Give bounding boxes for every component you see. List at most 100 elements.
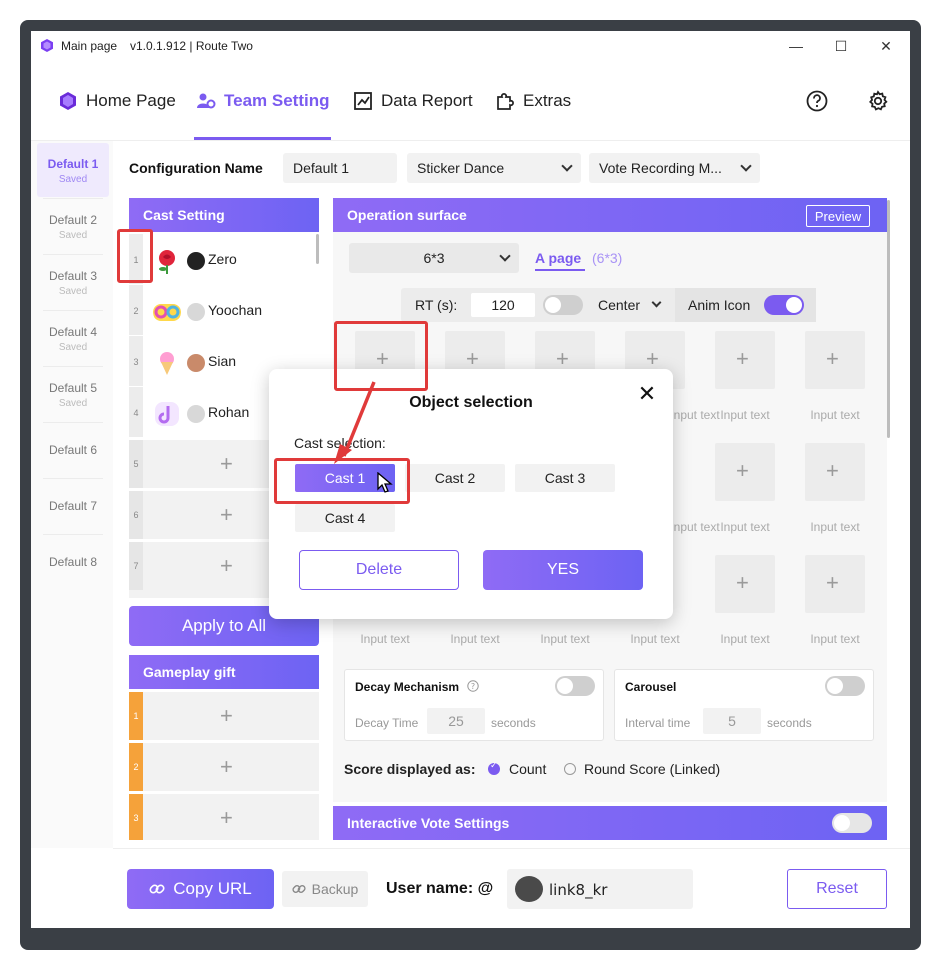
config-divider [43,254,103,255]
cell-input[interactable]: Input text [710,632,780,646]
rose-sticker-icon [159,250,175,274]
user-name-field[interactable]: link8_kr [507,869,693,909]
mode-select[interactable]: Vote Recording M... [589,153,760,183]
user-name-value: link8_kr [549,881,608,899]
grid-cell[interactable]: + [805,443,865,501]
cast-option-4[interactable]: Cast 4 [295,504,395,532]
config-item-5[interactable]: Default 5 Saved [37,367,109,421]
app-logo-icon [41,39,53,52]
cast-scrollbar[interactable] [316,234,319,264]
cell-input[interactable]: Input text [800,520,870,534]
cast-row-number: 5 [129,440,143,488]
cell-input[interactable]: Input text [350,632,420,646]
delete-button[interactable]: Delete [299,550,459,590]
cell-input[interactable]: Input text [800,408,870,422]
backup-button[interactable]: Backup [282,871,368,907]
nav-home-page[interactable]: Home Page [58,90,176,112]
operation-scrollbar[interactable] [887,200,890,438]
config-item-1[interactable]: Default 1 Saved [37,143,109,197]
score-label: Score displayed as: [344,761,476,777]
maximize-button[interactable]: ☐ [826,36,856,56]
gift-row-1[interactable]: 1 + [129,692,319,740]
gameplay-gift-header: Gameplay gift [129,655,319,689]
cell-input[interactable]: Input text [620,632,690,646]
gift-row-2[interactable]: 2 + [129,743,319,791]
close-window-button[interactable]: ✕ [871,36,901,56]
config-name: Default 8 [48,555,98,569]
sticker-select-value: Sticker Dance [417,160,505,176]
copy-url-button[interactable]: Copy URL [127,869,274,909]
link-icon [149,884,165,894]
minimize-button[interactable]: — [781,36,811,56]
cast-row-2[interactable]: 2 Yoochan [129,285,319,335]
align-select[interactable]: Center [598,297,640,313]
interval-time-input[interactable]: 5 [703,708,761,734]
icecream-sticker-icon [160,352,174,375]
config-item-8[interactable]: Default 8 [37,541,109,595]
config-name: Default 4 [48,325,98,339]
user-name-label: User name: @ [386,880,494,897]
score-count-label: Count [509,761,547,777]
sticker-select[interactable]: Sticker Dance [407,153,581,183]
config-item-3[interactable]: Default 3 Saved [37,255,109,309]
preview-button[interactable]: Preview [806,205,870,227]
score-display-row: Score displayed as: [344,761,476,777]
cast-option-2[interactable]: Cast 2 [405,464,505,492]
decay-title: Decay Mechanism [355,680,460,694]
annotation-arrow-icon [334,381,376,464]
plus-icon: + [826,570,839,595]
cell-input[interactable]: Input text [440,632,510,646]
score-round-radio[interactable] [564,763,576,775]
team-gear-icon [197,93,216,109]
grid-size-select[interactable]: 6*3 [349,243,519,273]
yes-button[interactable]: YES [483,550,643,590]
carousel-toggle[interactable] [825,676,865,696]
nav-team-setting[interactable]: Team Setting [196,90,329,112]
config-status: Saved [58,286,88,297]
cast-row-1[interactable]: 1 Zero [129,234,319,284]
cast-row-number: 7 [129,542,143,590]
cast-option-3[interactable]: Cast 3 [515,464,615,492]
grid-cell[interactable]: + [715,331,775,389]
plus-icon: + [220,754,233,779]
rt-toggle[interactable] [543,295,583,315]
tab-a-page[interactable]: A page [535,250,581,266]
window-title: Main page [61,39,118,53]
config-status: Saved [58,174,88,185]
nav-data-report[interactable]: Data Report [353,90,473,112]
cell-input[interactable]: Input text [800,632,870,646]
decay-time-input[interactable]: 25 [427,708,485,734]
config-item-4[interactable]: Default 4 Saved [37,311,109,365]
grid-cell[interactable]: + [805,331,865,389]
decay-toggle[interactable] [555,676,595,696]
gear-icon[interactable] [867,90,889,112]
config-item-6[interactable]: Default 6 [37,429,109,483]
grid-cell[interactable]: + [715,443,775,501]
cell-input[interactable]: Input text [710,408,780,422]
close-icon[interactable]: ✕ [637,384,657,406]
config-item-2[interactable]: Default 2 Saved [37,199,109,253]
config-item-7[interactable]: Default 7 [37,485,109,539]
score-count-radio[interactable] [488,761,500,775]
rt-input[interactable]: 120 [471,293,535,317]
cast-row-number: 2 [129,285,143,335]
anim-icon-toggle[interactable] [764,295,804,315]
config-name: Default 5 [48,381,98,395]
grid-cell[interactable]: + [805,555,865,613]
chart-icon [354,92,372,110]
grid-cell[interactable]: + [715,555,775,613]
avatar [187,405,205,423]
nav-extras-label: Extras [523,91,572,110]
cell-input[interactable]: Input text [530,632,600,646]
gift-row-3[interactable]: 3 + [129,794,319,840]
interactive-vote-toggle[interactable] [832,813,872,833]
question-circle-icon[interactable] [806,90,828,112]
plus-icon: + [220,451,233,476]
help-small-icon[interactable]: ? [467,680,479,692]
gift-row-number: 1 [129,692,143,740]
nav-extras[interactable]: Extras [495,90,571,112]
config-name-input[interactable]: Default 1 [283,153,397,183]
plus-icon: + [736,570,749,595]
reset-button[interactable]: Reset [787,869,887,909]
cell-input[interactable]: Input text [710,520,780,534]
